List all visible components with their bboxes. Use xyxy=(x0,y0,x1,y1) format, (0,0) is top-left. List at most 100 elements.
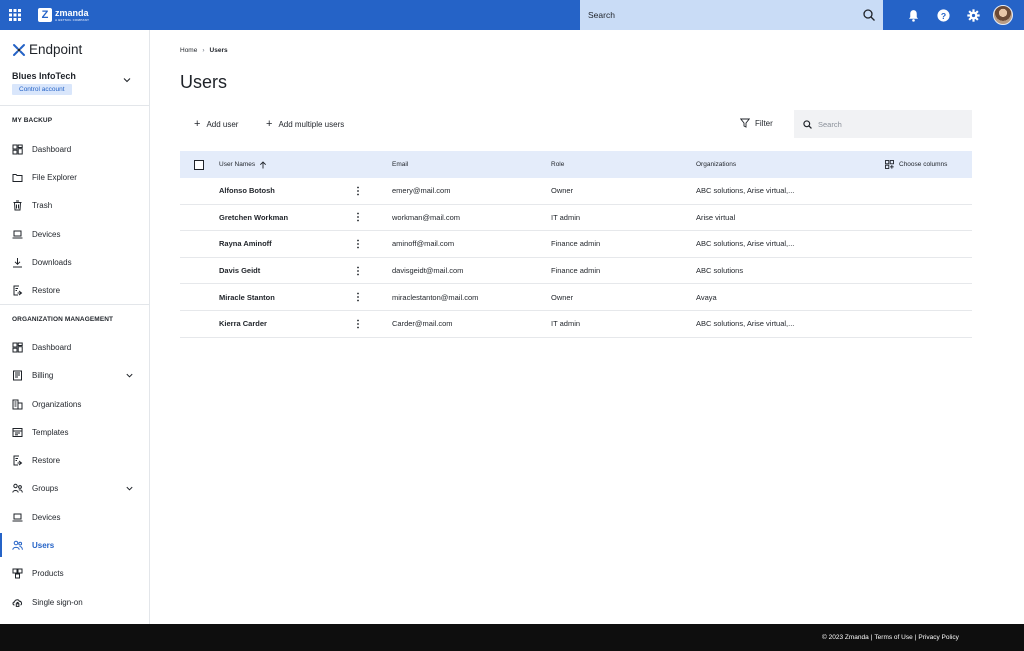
nav-item-label: Downloads xyxy=(32,257,72,267)
more-options-icon[interactable] xyxy=(354,319,362,329)
divider xyxy=(0,304,149,305)
user-role: IT admin xyxy=(551,319,581,329)
nav-item-mybackup-dashboard[interactable]: Dashboard xyxy=(0,137,149,161)
nav-item-org-restore[interactable]: Restore xyxy=(0,448,149,472)
nav-item-file-explorer[interactable]: File Explorer xyxy=(0,165,149,189)
column-header-organizations[interactable]: Organizations xyxy=(696,151,736,178)
table-row[interactable]: Alfonso Botosh emery@mail.com Owner ABC … xyxy=(180,178,972,205)
user-role: Owner xyxy=(551,292,574,302)
brand-tagline: A BETSOL COMPANY xyxy=(55,17,90,22)
filter-button[interactable]: Filter xyxy=(740,118,773,128)
filter-label: Filter xyxy=(755,118,773,128)
products-icon xyxy=(12,568,23,578)
user-email: Carder@mail.com xyxy=(392,319,453,329)
privacy-link[interactable]: Privacy Policy xyxy=(918,634,958,641)
nav-item-label: Billing xyxy=(32,370,54,380)
brand-logo[interactable]: Z zmanda A BETSOL COMPANY xyxy=(38,8,89,22)
user-email: miraclestanton@mail.com xyxy=(392,292,479,302)
search-icon[interactable] xyxy=(863,9,875,21)
org-name: Blues InfoTech xyxy=(12,71,76,81)
nav-item-products[interactable]: Products xyxy=(0,561,149,585)
plus-icon: + xyxy=(266,118,273,130)
column-header-user-names[interactable]: User Names xyxy=(219,151,267,178)
nav-item-mybackup-devices[interactable]: Devices xyxy=(0,222,149,246)
breadcrumb-current: Users xyxy=(209,47,228,54)
product-name: Endpoint xyxy=(29,42,83,57)
nav-item-users[interactable]: Users xyxy=(0,533,149,557)
nav-item-label: Devices xyxy=(32,512,61,522)
users-icon xyxy=(12,540,23,550)
table-row[interactable]: Rayna Aminoff aminoff@mail.com Finance a… xyxy=(180,231,972,258)
more-options-icon[interactable] xyxy=(354,212,362,222)
terms-link[interactable]: Terms of Use xyxy=(874,634,912,641)
more-options-icon[interactable] xyxy=(354,292,362,302)
search-icon xyxy=(803,119,812,129)
chevron-down-icon[interactable] xyxy=(122,75,132,85)
nav-item-label: Templates xyxy=(32,427,69,437)
control-account-badge: Control account xyxy=(12,84,72,95)
org-switcher[interactable]: Blues InfoTech Control account xyxy=(12,71,76,95)
nav-item-billing[interactable]: Billing xyxy=(0,363,149,387)
more-options-icon[interactable] xyxy=(354,266,362,276)
user-organizations: ABC solutions xyxy=(696,266,744,276)
filter-icon xyxy=(740,118,750,128)
plus-icon: + xyxy=(194,118,201,130)
nav-item-org-devices[interactable]: Devices xyxy=(0,505,149,529)
table-row[interactable]: Kierra Carder Carder@mail.com IT admin A… xyxy=(180,311,972,338)
restore-icon xyxy=(13,455,23,465)
add-user-button[interactable]: + Add user xyxy=(194,119,238,130)
more-options-icon[interactable] xyxy=(354,186,362,196)
product-logo[interactable]: Endpoint xyxy=(12,42,82,57)
add-multiple-users-button[interactable]: + Add multiple users xyxy=(266,119,344,130)
separator: | xyxy=(870,634,873,641)
user-email: davisgeidt@mail.com xyxy=(392,266,464,276)
nav-item-downloads[interactable]: Downloads xyxy=(0,250,149,274)
nav-item-groups[interactable]: Groups xyxy=(0,476,149,500)
user-name: Alfonso Botosh xyxy=(219,186,275,196)
nav-item-label: Restore xyxy=(32,455,61,465)
building-icon xyxy=(12,399,23,409)
user-avatar[interactable] xyxy=(993,5,1013,25)
app-launcher-button[interactable] xyxy=(0,0,30,30)
table-search-input[interactable] xyxy=(818,119,958,129)
column-header-role[interactable]: Role xyxy=(551,151,564,178)
nav-item-label: Trash xyxy=(32,200,53,210)
nav-item-org-dashboard[interactable]: Dashboard xyxy=(0,335,149,359)
more-options-icon[interactable] xyxy=(354,239,362,249)
nav-item-single-sign-on[interactable]: Single sign-on xyxy=(0,590,149,614)
table-row[interactable]: Davis Geidt davisgeidt@mail.com Finance … xyxy=(180,258,972,285)
zmanda-logo-icon: Z xyxy=(38,8,52,22)
columns-icon xyxy=(885,160,894,169)
page-title: Users xyxy=(180,72,228,92)
nav-item-templates[interactable]: Templates xyxy=(0,420,149,444)
sidebar: Endpoint Blues InfoTech Control account … xyxy=(0,30,150,624)
add-user-label: Add user xyxy=(206,120,239,129)
user-role: Finance admin xyxy=(551,239,601,249)
top-bar: Z zmanda A BETSOL COMPANY Search ? xyxy=(0,0,1024,30)
dashboard-icon xyxy=(12,144,23,154)
cloud-lock-icon xyxy=(12,598,23,607)
folder-icon xyxy=(12,173,23,182)
breadcrumb-home[interactable]: Home xyxy=(180,47,197,54)
user-role: IT admin xyxy=(551,212,581,222)
nav-item-organizations[interactable]: Organizations xyxy=(0,392,149,416)
column-header-email[interactable]: Email xyxy=(392,151,408,178)
table-header: User Names Email Role Organizations Choo… xyxy=(180,151,972,178)
notifications-button[interactable] xyxy=(898,0,928,30)
nav-item-mybackup-restore[interactable]: Restore xyxy=(0,278,149,302)
global-search[interactable]: Search xyxy=(580,0,883,30)
help-button[interactable]: ? xyxy=(928,0,958,30)
settings-button[interactable] xyxy=(958,0,988,30)
table-search xyxy=(794,110,972,138)
select-all-checkbox[interactable] xyxy=(194,159,204,170)
user-name: Davis Geidt xyxy=(219,266,261,276)
dashboard-icon xyxy=(12,342,23,352)
choose-columns-button[interactable]: Choose columns xyxy=(885,151,947,178)
global-search-label: Search xyxy=(588,10,615,20)
copyright-text: © 2023 Zmanda xyxy=(822,634,869,641)
nav-item-label: Dashboard xyxy=(32,342,72,352)
nav-item-label: Restore xyxy=(32,285,61,295)
nav-item-trash[interactable]: Trash xyxy=(0,193,149,217)
table-row[interactable]: Gretchen Workman workman@mail.com IT adm… xyxy=(180,205,972,232)
table-row[interactable]: Miracle Stanton miraclestanton@mail.com … xyxy=(180,284,972,311)
